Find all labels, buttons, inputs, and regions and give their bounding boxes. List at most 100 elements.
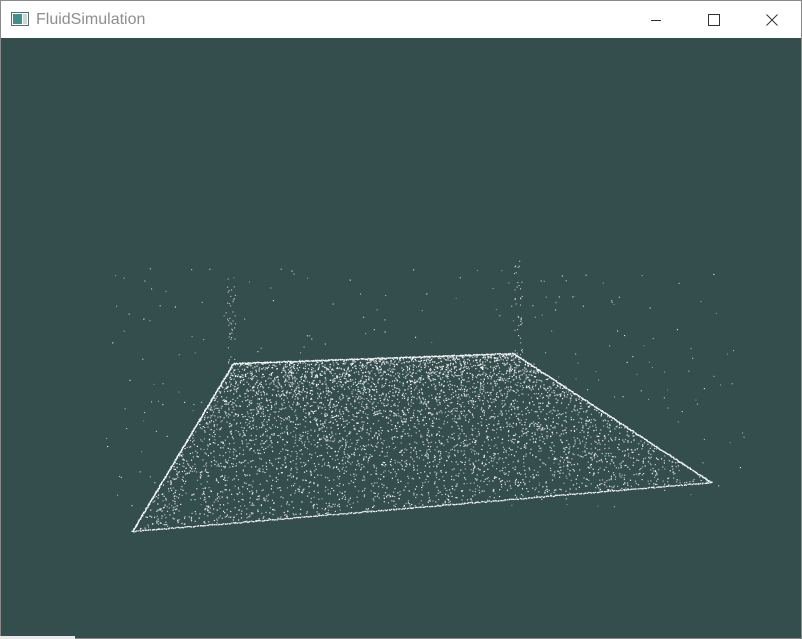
particle [241, 413, 243, 416]
particle [258, 495, 260, 497]
particle [324, 415, 327, 417]
particle [182, 476, 184, 478]
particle [234, 485, 236, 487]
particle [381, 451, 383, 453]
particle [582, 440, 584, 442]
particle [295, 513, 297, 515]
particle [306, 402, 308, 404]
particle [588, 419, 590, 421]
particle [506, 413, 508, 415]
particle [625, 487, 627, 489]
particle [326, 512, 328, 514]
particle [347, 453, 349, 455]
particle [216, 518, 218, 520]
particle [472, 495, 474, 497]
particle [599, 489, 601, 491]
particle [314, 370, 316, 372]
particle [381, 447, 383, 449]
close-button[interactable] [743, 1, 801, 38]
particle [306, 380, 309, 382]
particle [558, 463, 560, 465]
particle [387, 502, 389, 504]
particle [236, 389, 238, 391]
particle [255, 371, 257, 373]
particle [306, 388, 308, 390]
particle [296, 386, 298, 388]
particle [417, 378, 419, 380]
particle [166, 523, 168, 526]
particle [372, 378, 374, 380]
particle [619, 473, 621, 475]
particle [400, 416, 402, 418]
particle [367, 508, 369, 510]
particle [289, 367, 291, 369]
particle [440, 470, 442, 472]
particle [335, 465, 338, 468]
particle [472, 471, 474, 473]
render-viewport[interactable] [1, 38, 801, 638]
particle [494, 453, 496, 455]
particle [471, 500, 473, 502]
particle [607, 420, 609, 422]
particle [252, 439, 254, 441]
particle [434, 456, 436, 458]
particle [192, 456, 194, 458]
particle [515, 415, 518, 417]
particle [271, 406, 273, 408]
particle [642, 460, 644, 462]
particle [231, 378, 233, 380]
particle [217, 444, 219, 446]
particle [474, 466, 476, 469]
particle [518, 436, 520, 438]
particle [201, 494, 203, 496]
minimize-button[interactable] [627, 1, 685, 38]
particle [286, 425, 288, 427]
particle [520, 473, 522, 475]
particle [420, 413, 422, 415]
particle [213, 450, 215, 452]
particle [501, 486, 503, 488]
particle [444, 487, 446, 489]
particle [236, 397, 239, 399]
particle [469, 458, 471, 460]
particle [340, 413, 342, 416]
particle [283, 394, 285, 396]
particle [528, 401, 531, 404]
particle [532, 474, 534, 476]
particle [400, 480, 402, 482]
particle [254, 375, 256, 377]
particle [415, 360, 417, 362]
particle [345, 378, 347, 380]
particle [427, 454, 429, 456]
particle [347, 410, 349, 412]
particle [553, 406, 555, 408]
particle [223, 400, 226, 403]
particle [487, 477, 489, 479]
particle [231, 493, 233, 495]
particle [451, 410, 453, 412]
particle [620, 465, 622, 467]
particle [460, 371, 462, 373]
particle [343, 452, 345, 454]
particle [459, 416, 461, 418]
maximize-button[interactable] [685, 1, 743, 38]
particle [532, 370, 535, 372]
particle [409, 428, 411, 430]
title-bar[interactable]: FluidSimulation [1, 1, 801, 38]
particle [440, 471, 442, 473]
particle [424, 465, 427, 467]
particle [306, 371, 308, 373]
particle [480, 385, 482, 387]
particle [551, 431, 553, 433]
particle [355, 384, 357, 386]
particle [252, 492, 254, 494]
particle [586, 410, 588, 412]
particle [325, 486, 327, 488]
particle [403, 376, 405, 378]
particle [439, 455, 441, 457]
particle [299, 381, 301, 383]
particle [189, 470, 191, 472]
particle [325, 383, 327, 385]
particle [377, 368, 379, 370]
particle [302, 419, 304, 421]
